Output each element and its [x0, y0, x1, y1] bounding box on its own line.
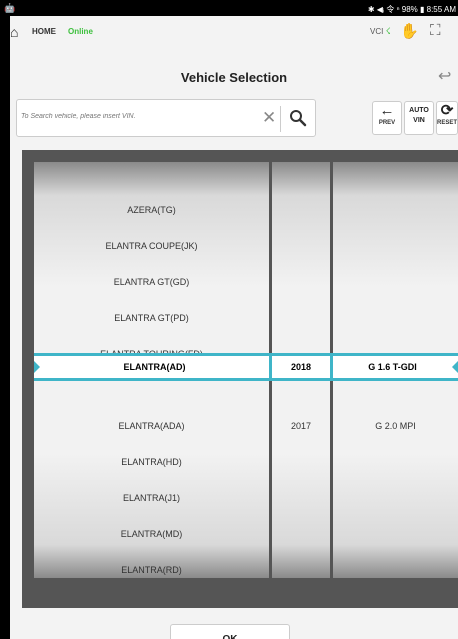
model-item[interactable]: ELANTRA(J1)	[34, 490, 269, 506]
year-item[interactable]: 2017	[272, 418, 330, 434]
model-item[interactable]: ELANTRA COUPE(JK)	[34, 238, 269, 254]
auto-vin-top-label: AUTO	[409, 107, 429, 114]
selection-right-marker	[452, 361, 458, 373]
android-icon: 🤖	[4, 3, 16, 13]
status-bar: 🤖 ✱ ◀ᵢ 令 ⁿ 98% ▮ 8:55 AM	[0, 0, 458, 16]
arrow-left-icon: ←	[379, 102, 395, 119]
model-item[interactable]: ELANTRA(HD)	[34, 454, 269, 470]
model-item[interactable]: ELANTRA GT(PD)	[34, 310, 269, 326]
vci-status: VCI ☇	[370, 26, 391, 37]
fullscreen-icon[interactable]: ⛶	[430, 22, 441, 39]
model-item[interactable]: ELANTRA(MD)	[34, 526, 269, 542]
model-item[interactable]: ELANTRA(ADA)	[34, 418, 269, 434]
model-item[interactable]: AZERA(TG)	[34, 202, 269, 218]
selected-year: 2018	[290, 362, 312, 372]
search-divider	[280, 106, 281, 132]
status-indicators: ✱ ◀ᵢ 令 ⁿ 98% ▮ 8:55 AM	[367, 5, 456, 14]
engine-item[interactable]: G 2.0 MPI	[333, 418, 458, 434]
vci-label: VCI	[370, 27, 384, 36]
reset-icon: ⟳	[440, 102, 454, 119]
back-arrow-icon[interactable]: ↩	[438, 66, 451, 86]
prev-button[interactable]: ← PREV	[372, 101, 402, 135]
model-item[interactable]: ELANTRA GT(GD)	[34, 274, 269, 290]
page-title: Vehicle Selection	[180, 70, 288, 85]
prev-label: PREV	[378, 120, 396, 126]
home-bar: ⌂ HOME Online VCI ☇ ✋ ⛶	[10, 16, 458, 46]
clear-icon[interactable]: ✕	[262, 108, 276, 128]
auto-vin-button[interactable]: AUTO VIN	[404, 101, 434, 135]
ok-button[interactable]: OK	[170, 624, 290, 639]
vehicle-picker: AZERA(TG) ELANTRA COUPE(JK) ELANTRA GT(G…	[22, 150, 458, 608]
auto-vin-bottom-label: VIN	[413, 117, 425, 124]
vci-wifi-icon: ☇	[385, 26, 391, 36]
hand-icon[interactable]: ✋	[400, 22, 419, 40]
search-icon[interactable]	[289, 109, 307, 127]
bottom-bar: OK	[10, 608, 458, 639]
vin-search-input[interactable]	[21, 113, 251, 120]
selected-engine: G 1.6 T-GDI	[368, 362, 417, 372]
home-icon[interactable]: ⌂	[10, 24, 18, 40]
selected-model: ELANTRA(AD)	[123, 362, 186, 372]
vin-search-box: ✕	[16, 99, 316, 137]
connection-status: Online	[68, 27, 93, 36]
home-label[interactable]: HOME	[32, 27, 56, 36]
selection-band[interactable]: ELANTRA(AD) 2018 G 1.6 T-GDI	[34, 353, 458, 381]
reset-label: RESET	[437, 120, 458, 126]
model-item[interactable]: ELANTRA(RD)	[34, 562, 269, 578]
reset-button[interactable]: ⟳ RESET	[436, 101, 458, 135]
app-screen: ⌂ HOME Online VCI ☇ ✋ ⛶ Vehicle Selectio…	[10, 16, 458, 639]
